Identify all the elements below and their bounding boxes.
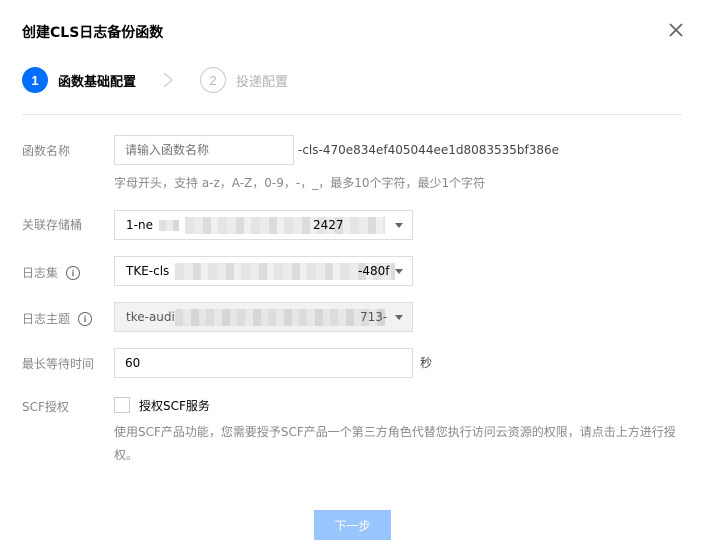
topic-label-text: 日志主题 <box>22 312 71 326</box>
scf-auth-checkbox[interactable] <box>114 397 130 413</box>
logset-value-prefix: TKE-cls <box>126 264 170 278</box>
topic-label: 日志主题 i <box>22 310 93 327</box>
logset-label-text: 日志集 <box>22 266 59 280</box>
function-name-input[interactable] <box>114 135 294 165</box>
step-label: 函数基础配置 <box>58 74 137 90</box>
redacted-text <box>185 217 385 234</box>
bucket-label: 关联存储桶 <box>22 218 83 232</box>
redacted-text <box>175 309 385 326</box>
next-step-button[interactable]: 下一步 <box>314 510 391 540</box>
step-delivery-config[interactable]: 2 投递配置 <box>200 67 288 93</box>
scf-auth-hint-line2: 权。 <box>114 448 139 462</box>
info-icon[interactable]: i <box>78 311 93 326</box>
caret-down-icon <box>395 315 403 320</box>
function-name-hint: 字母开头，支持 a-z，A-Z，0-9，-，_，最多10个字符，最少1个字符 <box>114 176 486 190</box>
stepper: 1 函数基础配置 2 投递配置 <box>22 66 288 94</box>
scf-auth-label: SCF授权 <box>22 400 69 414</box>
step-number: 2 <box>200 67 227 93</box>
logset-value-suffix: -480f <box>358 264 390 278</box>
divider <box>22 114 682 115</box>
max-wait-unit: 秒 <box>420 356 433 370</box>
logset-label: 日志集 i <box>22 264 81 281</box>
topic-value-prefix: tke-audi <box>126 310 175 324</box>
caret-down-icon <box>395 269 403 274</box>
chevron-right-icon <box>148 70 188 90</box>
info-icon[interactable]: i <box>66 265 81 280</box>
bucket-value-suffix: 2427 <box>313 218 344 232</box>
redacted-text <box>159 220 179 231</box>
topic-select[interactable]: tke-audi 713- <box>114 302 413 332</box>
max-wait-label: 最长等待时间 <box>22 357 95 371</box>
bucket-value-prefix: 1-ne <box>126 218 153 232</box>
caret-down-icon <box>395 223 403 228</box>
function-name-suffix: -cls-470e834ef405044ee1d8083535bf386e <box>298 143 560 157</box>
scf-auth-hint-line1: 使用SCF产品功能，您需要授予SCF产品一个第三方角色代替您执行访问云资源的权限… <box>114 425 676 439</box>
scf-auth-checkbox-label[interactable]: 授权SCF服务 <box>139 397 210 414</box>
step-label: 投递配置 <box>236 74 289 90</box>
close-icon[interactable] <box>667 21 685 39</box>
dialog-title: 创建CLS日志备份函数 <box>22 25 164 41</box>
function-name-label: 函数名称 <box>22 144 71 158</box>
bucket-select[interactable]: 1-ne 2427 <box>114 210 413 240</box>
max-wait-input[interactable]: 60 <box>114 348 413 378</box>
step-basic-config[interactable]: 1 函数基础配置 <box>22 67 136 93</box>
topic-value-suffix: 713- <box>360 310 388 324</box>
step-number: 1 <box>22 67 48 93</box>
logset-select[interactable]: TKE-cls -480f <box>114 256 413 286</box>
